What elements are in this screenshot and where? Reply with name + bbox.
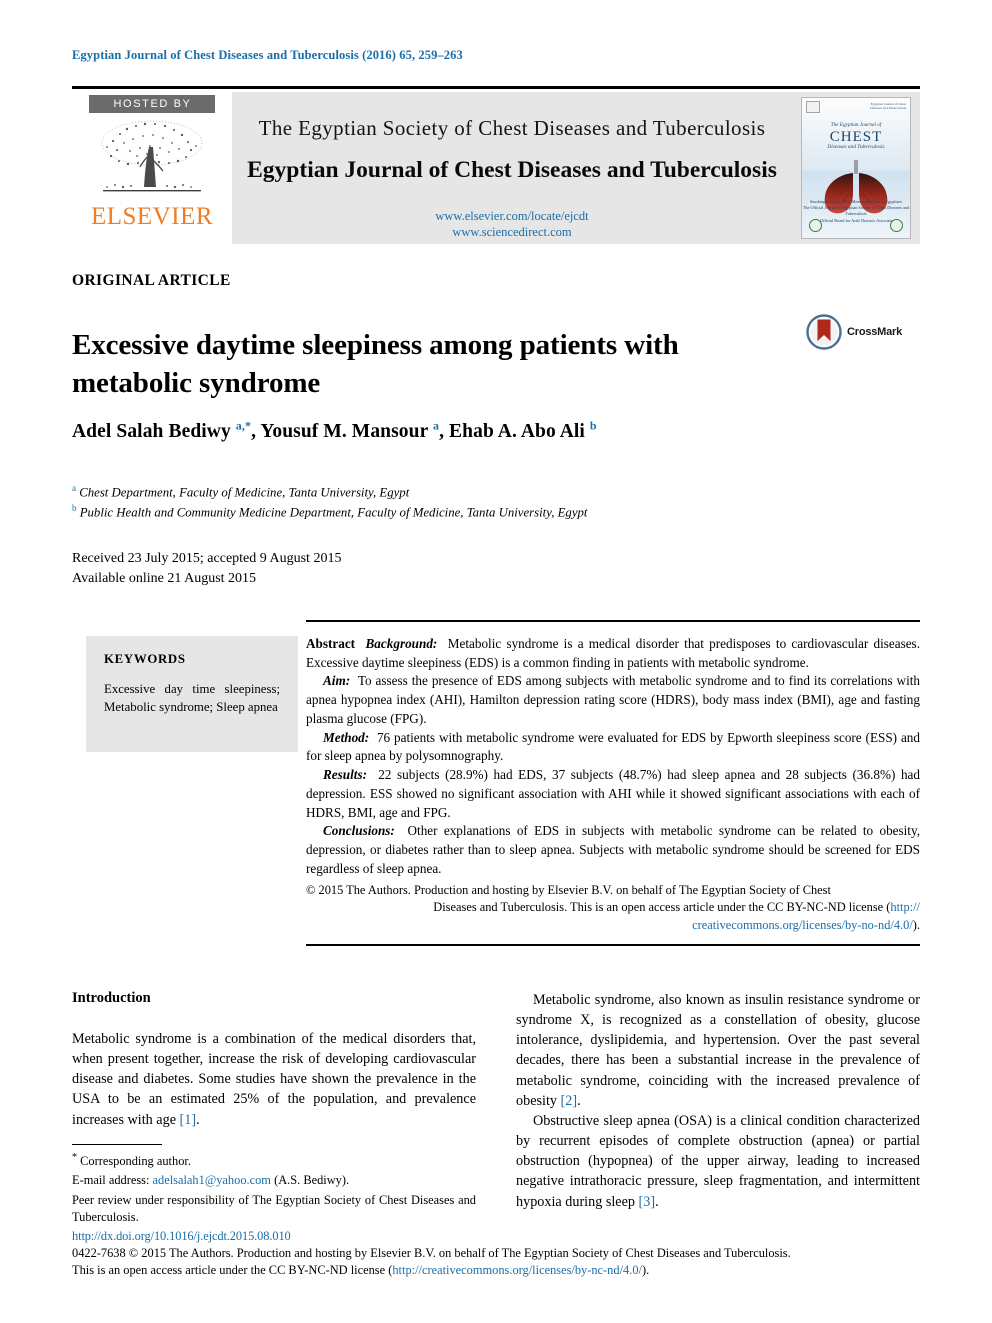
intro-paragraph-3: Obstructive sleep apnea (OSA) is a clini… <box>516 1112 920 1210</box>
abstract-bottom-rule <box>306 944 920 946</box>
abstract-column: Abstract Background: Metabolic syndrome … <box>306 620 920 934</box>
email-link[interactable]: adelsalah1@yahoo.com <box>153 1173 271 1187</box>
abstract-body: Abstract Background: Metabolic syndrome … <box>306 635 920 934</box>
abstract-zone: KEYWORDS Excessive day time sleepiness; … <box>72 620 920 950</box>
footer-copyright: 0422-7638 © 2015 The Authors. Production… <box>72 1246 791 1278</box>
journal-urls: www.elsevier.com/locate/ejcdt www.scienc… <box>435 208 588 240</box>
publication-dates: Received 23 July 2015; accepted 9 August… <box>72 549 341 590</box>
cover-seal-right-icon <box>890 219 903 232</box>
footnote-block: * Corresponding author. E-mail address: … <box>72 1144 476 1229</box>
elsevier-logo-block: HOSTED BY ELSEVIER <box>72 92 232 244</box>
journal-name: Egyptian Journal of Chest Diseases and T… <box>247 157 777 183</box>
cover-line-top: The Egyptian Journal of <box>830 121 882 128</box>
intro-left-column: Introduction Metabolic syndrome is a com… <box>72 990 476 1130</box>
page-footer: http://dx.doi.org/10.1016/j.ejcdt.2015.0… <box>72 1229 920 1279</box>
cover-seal-left-icon <box>809 219 822 232</box>
crossmark-label: CrossMark <box>847 326 903 338</box>
link-sciencedirect[interactable]: www.sciencedirect.com <box>452 225 571 239</box>
hosted-by-badge: HOSTED BY <box>89 95 215 113</box>
footnote-rule <box>72 1144 162 1145</box>
abstract-method: Method: 76 patients with metabolic syndr… <box>306 729 920 764</box>
running-head: Egyptian Journal of Chest Diseases and T… <box>72 48 463 62</box>
journal-masthead: HOSTED BY ELSEVIER The Egyptian Society … <box>72 86 920 244</box>
page-title: Excessive daytime sleepiness among patie… <box>72 329 679 399</box>
elsevier-tree-icon <box>93 117 211 202</box>
reference-link-1[interactable]: [1] <box>180 1112 197 1128</box>
abstract-aim: Aim: To assess the presence of EDS among… <box>306 673 921 726</box>
journal-cover-block: Egyptian Journal of Chest Diseases and T… <box>792 92 920 244</box>
reference-link-2[interactable]: [2] <box>561 1093 578 1109</box>
journal-article-page: Egyptian Journal of Chest Diseases and T… <box>0 0 992 1323</box>
affiliation-a: a Chest Department, Faculty of Medicine,… <box>72 483 410 500</box>
keywords-list: Excessive day time sleepiness; Metabolic… <box>104 682 280 715</box>
abstract-background: Abstract Background: Metabolic syndrome … <box>306 636 920 670</box>
license-link-part1[interactable]: http:// <box>890 900 920 914</box>
abstract-top-rule <box>306 620 920 622</box>
footnote-peer-review: Peer review under responsibility of The … <box>72 1192 476 1225</box>
footer-license-link[interactable]: http://creativecommons.org/licenses/by-n… <box>392 1263 642 1277</box>
masthead-center: The Egyptian Society of Chest Diseases a… <box>232 92 792 244</box>
section-heading-introduction: Introduction <box>72 990 151 1006</box>
license-link-part2[interactable]: creativecommons.org/licenses/by-no-nd/4.… <box>692 918 913 932</box>
cover-logo-icon <box>806 101 820 113</box>
abstract-copyright: © 2015 The Authors. Production and hosti… <box>306 882 920 932</box>
doi-link[interactable]: http://dx.doi.org/10.1016/j.ejcdt.2015.0… <box>72 1229 291 1243</box>
cover-subtitle: Diseases and Tuberculosis <box>827 144 885 151</box>
available-online-date: Available online 21 August 2015 <box>72 571 257 587</box>
affiliations: a Chest Department, Faculty of Medicine,… <box>72 482 902 523</box>
article-type-label: ORIGINAL ARTICLE <box>72 272 231 289</box>
intro-paragraph-1: Metabolic syndrome is a combination of t… <box>72 1031 476 1128</box>
received-date: Received 23 July 2015; accepted 9 August… <box>72 551 342 566</box>
affiliation-b: b Public Health and Community Medicine D… <box>72 503 588 520</box>
intro-paragraph-2: Metabolic syndrome, also known as insuli… <box>516 992 920 1109</box>
intro-right-column: Metabolic syndrome, also known as insuli… <box>516 990 920 1212</box>
author-list: Adel Salah Bediwy a,*, Yousuf M. Mansour… <box>72 418 872 443</box>
footnote-email: E-mail address: adelsalah1@yahoo.com (A.… <box>72 1173 350 1188</box>
keywords-box: KEYWORDS Excessive day time sleepiness; … <box>86 636 298 752</box>
society-name: The Egyptian Society of Chest Diseases a… <box>258 116 766 140</box>
doi-line: http://dx.doi.org/10.1016/j.ejcdt.2015.0… <box>72 1229 920 1244</box>
reference-link-3[interactable]: [3] <box>639 1194 656 1210</box>
keywords-heading: KEYWORDS <box>104 652 186 666</box>
elsevier-wordmark: ELSEVIER <box>90 203 214 230</box>
crossmark-icon <box>806 314 842 350</box>
link-elsevier-locate[interactable]: www.elsevier.com/locate/ejcdt <box>435 209 588 223</box>
abstract-results: Results: 22 subjects (28.9%) had EDS, 37… <box>306 767 921 820</box>
footnote-corresponding: * Corresponding author. <box>72 1152 191 1169</box>
cover-topright-text: Egyptian Journal of Chest Diseases and T… <box>870 102 906 110</box>
abstract-conclusions: Conclusions: Other explanations of EDS i… <box>306 823 921 876</box>
journal-cover-thumbnail: Egyptian Journal of Chest Diseases and T… <box>801 97 911 239</box>
crossmark-badge[interactable]: CrossMark <box>806 312 912 352</box>
authors-text: Adel Salah Bediwy a,*, Yousuf M. Mansour… <box>72 418 597 442</box>
